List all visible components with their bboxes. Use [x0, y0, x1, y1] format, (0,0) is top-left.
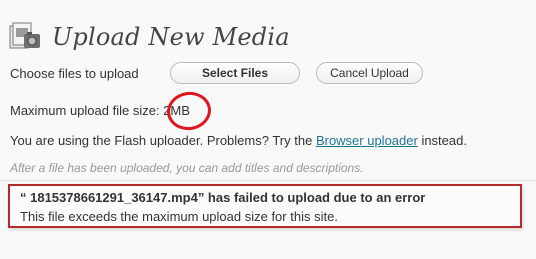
- page-header: Upload New Media: [8, 20, 290, 54]
- max-upload-size: Maximum upload file size: 2MB: [10, 103, 190, 118]
- error-title: “ 1815378661291_36147.mp4” has failed to…: [20, 190, 426, 205]
- choose-files-label: Choose files to upload: [10, 65, 139, 81]
- select-files-button[interactable]: Select Files: [170, 62, 300, 84]
- error-message: This file exceeds the maximum upload siz…: [20, 209, 338, 224]
- browser-uploader-link[interactable]: Browser uploader: [316, 133, 418, 148]
- cancel-upload-button[interactable]: Cancel Upload: [316, 62, 423, 84]
- divider: [0, 180, 536, 181]
- upload-error-box: “ 1815378661291_36147.mp4” has failed to…: [8, 184, 522, 228]
- flash-notice-prefix: You are using the Flash uploader. Proble…: [10, 133, 316, 148]
- flash-uploader-notice: You are using the Flash uploader. Proble…: [10, 133, 467, 148]
- max-upload-size-label: Maximum upload file size:: [10, 103, 164, 118]
- flash-notice-suffix: instead.: [417, 133, 467, 148]
- upload-controls: Choose files to upload Select Files Canc…: [10, 62, 423, 84]
- after-upload-note: After a file has been uploaded, you can …: [10, 161, 364, 175]
- page-title: Upload New Media: [52, 23, 290, 51]
- media-icon: [8, 20, 44, 54]
- annotation-circle: [164, 89, 214, 133]
